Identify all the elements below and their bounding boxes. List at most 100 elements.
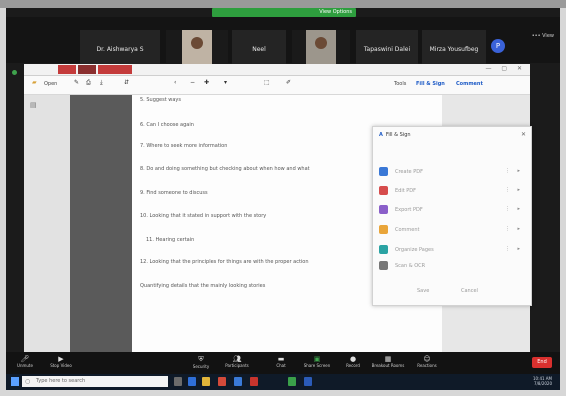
document-line: 5. Suggest ways [140, 97, 181, 103]
windows-start-icon[interactable] [11, 377, 19, 386]
zoom-in-icon[interactable]: ✚ [204, 79, 209, 86]
tool-label: Scan & OCR [395, 263, 426, 269]
panel-title-text: Fill & Sign [385, 132, 411, 138]
panel-tool-item[interactable]: Comment ⋮ ▸ [379, 225, 525, 237]
tool-more-icon[interactable]: ⋮ ▸ [505, 206, 523, 212]
breakout-rooms-button[interactable]: ▦ Breakout Rooms [368, 355, 408, 368]
select-tool-icon[interactable]: ⬚ [264, 79, 270, 86]
titlebar-tab[interactable] [58, 65, 76, 74]
participant-name: Tapaswini Dalei [363, 45, 411, 53]
comment-tab[interactable]: Comment [456, 81, 483, 87]
document-line: 9. Find someone to discuss [140, 190, 208, 196]
security-button[interactable]: ⛨ Security [184, 355, 218, 369]
record-button[interactable]: ● Record [336, 355, 370, 368]
chat-button[interactable]: ▬ Chat [264, 355, 298, 368]
chat-icon: ▬ [277, 355, 285, 363]
system-clock[interactable]: 10:41 AM 7/8/2020 [533, 376, 552, 386]
chrome-browser-icon[interactable] [218, 377, 226, 386]
excel-app-icon[interactable] [288, 377, 296, 386]
gallery-view-toggle[interactable]: ••• View [532, 33, 554, 39]
shield-icon: ⛨ [198, 355, 204, 363]
close-icon[interactable]: ✕ [521, 131, 526, 138]
panel-tool-item[interactable]: Scan & OCR [379, 261, 525, 273]
page-nav-icon[interactable]: ⇵ [124, 79, 129, 86]
record-icon: ● [349, 355, 357, 363]
taskbar-search[interactable]: ○ Type here to search [22, 376, 168, 387]
reactions-icon: ☺ [423, 355, 431, 363]
participant-strip: Dr. Aishwarya S Neel Tapaswini Dalei Mir… [6, 17, 560, 68]
tool-label: Edit PDF [395, 188, 417, 194]
export-pdf-icon [379, 205, 388, 214]
window-controls[interactable]: — ▢ ✕ [485, 65, 526, 72]
clock-date: 7/8/2020 [534, 381, 552, 386]
tool-more-icon[interactable]: ⋮ ▸ [505, 226, 523, 232]
edge-browser-icon[interactable] [188, 377, 196, 386]
control-label: Share Screen [303, 363, 331, 368]
reader-toolbar: ▰ Open ✎ ⎙ ⤓ ⇵ ‹ − ✚ ▾ ⬚ ✐ Tools Fill & … [24, 76, 530, 95]
tool-label: Create PDF [395, 169, 423, 175]
participants-button[interactable]: 👥︎ Participants [220, 355, 254, 368]
zoom-app-icon[interactable] [234, 377, 242, 386]
unmute-button[interactable]: 🎤︎ Unmute [8, 355, 42, 368]
print-icon[interactable]: ⎙ [86, 79, 91, 87]
tool-label: Comment [395, 227, 420, 233]
file-explorer-icon[interactable] [202, 377, 210, 386]
participant-tile[interactable]: Mirza Yousufbeg [422, 30, 486, 68]
reader-titlebar: — ▢ ✕ [24, 64, 530, 76]
zoom-dropdown-icon[interactable]: ▾ [224, 79, 227, 86]
participant-video-tile[interactable] [166, 30, 228, 68]
participant-tile[interactable]: Neel [232, 30, 286, 68]
panel-tool-item[interactable]: Export PDF ⋮ ▸ [379, 205, 525, 217]
annotate-icon[interactable]: ✐ [286, 79, 291, 86]
tools-tab[interactable]: Tools [394, 81, 406, 87]
previous-page-icon[interactable]: ‹ [174, 79, 176, 86]
control-label: Record [346, 363, 360, 368]
participant-tile[interactable]: Tapaswini Dalei [356, 30, 418, 68]
organize-pages-icon [379, 245, 388, 254]
open-folder-icon[interactable]: ▰ [32, 79, 37, 86]
page-thumbnails-icon[interactable]: ▤ [30, 101, 37, 109]
panel-tool-item[interactable]: Organize Pages ⋮ ▸ [379, 245, 525, 257]
participants-icon: 👥︎ [232, 355, 242, 363]
participant-video [306, 30, 336, 68]
end-meeting-button[interactable]: End [532, 357, 552, 368]
edit-icon[interactable]: ✎ [74, 79, 79, 86]
tool-more-icon[interactable]: ⋮ ▸ [505, 168, 523, 174]
tool-more-icon[interactable]: ⋮ ▸ [505, 187, 523, 193]
navigation-pane: ▤ [24, 95, 71, 352]
open-button[interactable]: Open [44, 81, 57, 87]
acrobat-logo: A [379, 132, 383, 138]
share-screen-icon: ▣ [313, 355, 321, 363]
tool-more-icon[interactable]: ⋮ ▸ [505, 246, 523, 252]
panel-tool-item[interactable]: Create PDF ⋮ ▸ [379, 167, 525, 179]
participant-video-tile[interactable] [292, 30, 350, 68]
self-avatar[interactable]: P [491, 39, 505, 53]
cancel-button[interactable]: Cancel [461, 288, 478, 294]
screen-share-banner[interactable]: View Options [212, 8, 356, 17]
fill-sign-panel: A Fill & Sign ✕ Create PDF ⋮ ▸ Edit PDF ⋮… [372, 126, 532, 306]
participant-tile[interactable]: Dr. Aishwarya S [80, 30, 160, 68]
reactions-button[interactable]: ☺ Reactions [410, 355, 444, 368]
microphone-icon: 🎤︎ [20, 355, 30, 363]
fill-sign-tab[interactable]: Fill & Sign [416, 81, 445, 87]
save-icon[interactable]: ⤓ [100, 79, 103, 87]
control-label: Breakout Rooms [371, 363, 405, 368]
view-options-label[interactable]: View Options [319, 9, 352, 15]
acrobat-reader-icon[interactable] [250, 377, 258, 386]
panel-tool-item[interactable]: Edit PDF ⋮ ▸ [379, 186, 525, 198]
zoom-out-icon[interactable]: − [190, 79, 195, 86]
save-button[interactable]: Save [417, 288, 429, 294]
search-placeholder: Type here to search [36, 378, 86, 384]
word-app-icon[interactable] [304, 377, 312, 386]
tool-label: Organize Pages [395, 247, 434, 253]
titlebar-tab[interactable] [78, 65, 96, 74]
document-line: 6. Can I choose again [140, 122, 194, 128]
document-line: 12. Looking that the principles for thin… [140, 259, 309, 265]
comment-icon [379, 225, 388, 234]
control-label: Chat [276, 363, 286, 368]
stop-video-button[interactable]: ▶ Stop Video [44, 355, 78, 368]
task-view-icon[interactable] [174, 377, 182, 386]
panel-title: A Fill & Sign [379, 132, 411, 138]
share-screen-button[interactable]: ▣ Share Screen [300, 355, 334, 368]
titlebar-tab[interactable] [98, 65, 132, 74]
